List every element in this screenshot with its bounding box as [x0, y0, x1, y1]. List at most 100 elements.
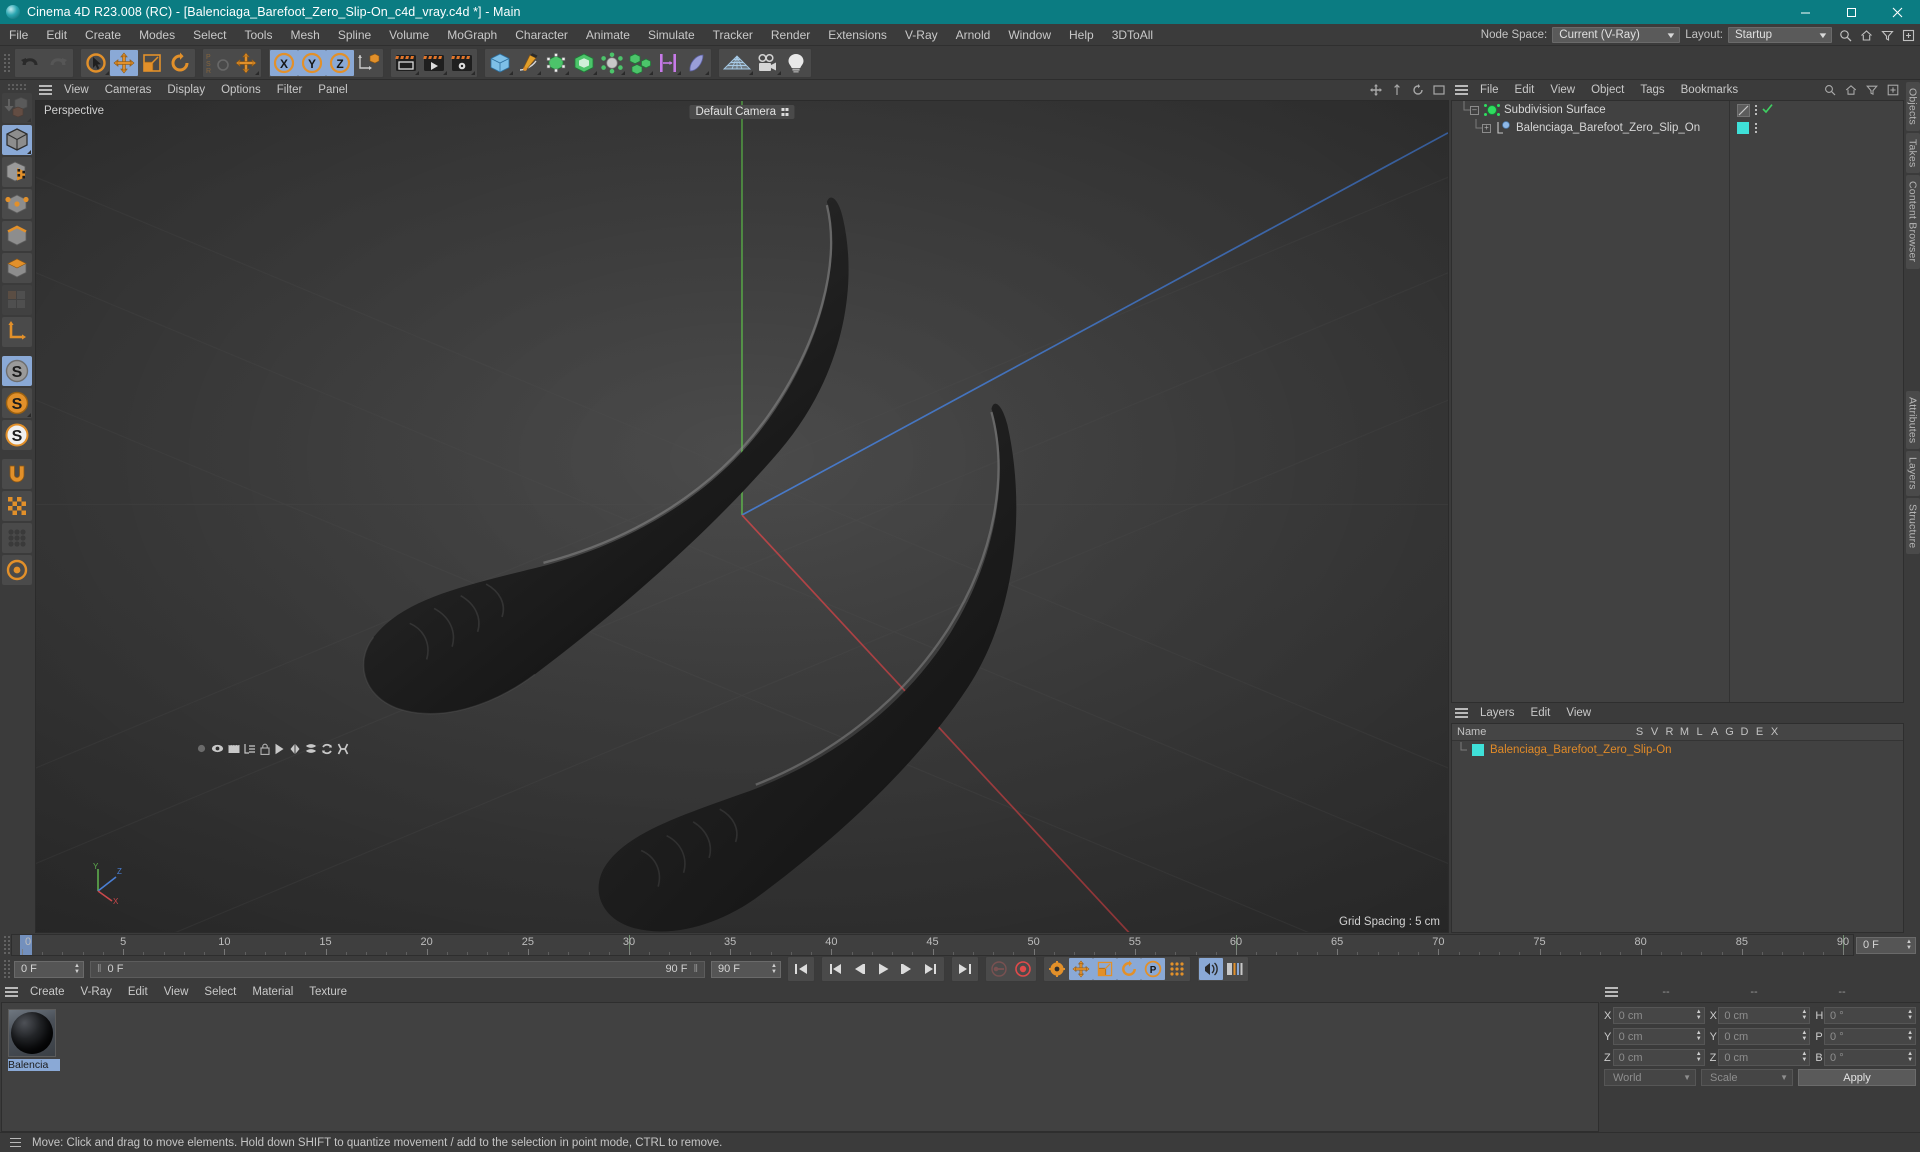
next-key-button[interactable]: [919, 958, 943, 980]
rotation-b-field[interactable]: 0 ° ▲ ▼: [1824, 1049, 1917, 1066]
circle-arrow-icon-button[interactable]: [2, 555, 32, 585]
object-menu-view[interactable]: View: [1542, 80, 1583, 100]
home-icon[interactable]: [1858, 27, 1874, 43]
field-button[interactable]: [654, 49, 682, 76]
spinner-icon[interactable]: ▲ ▼: [1907, 1051, 1913, 1063]
material-menu-edit[interactable]: Edit: [120, 982, 156, 1002]
expander-expand[interactable]: +: [1482, 123, 1491, 133]
material-item[interactable]: Balencia: [8, 1009, 60, 1071]
material-menu-texture[interactable]: Texture: [301, 982, 355, 1002]
model-mode-button[interactable]: [2, 125, 32, 155]
menu-item-mograph[interactable]: MoGraph: [438, 24, 506, 46]
workplane-button[interactable]: S: [2, 420, 32, 450]
start-frame-field[interactable]: 0 F ▲ ▼: [14, 960, 84, 978]
model-balenciaga-slipon[interactable]: [36, 101, 1448, 933]
layer-col-r[interactable]: R: [1662, 726, 1677, 738]
menu-item-volume[interactable]: Volume: [380, 24, 438, 46]
current-frame-field[interactable]: 0 F ▲ ▼: [1856, 936, 1916, 954]
material-list[interactable]: Balencia: [1, 1002, 1599, 1132]
record-rotation-button[interactable]: [1117, 958, 1141, 980]
magnet-button[interactable]: [2, 459, 32, 489]
filter-icon[interactable]: [1865, 83, 1879, 97]
render-icon[interactable]: [228, 743, 240, 757]
vtab-objects[interactable]: Objects: [1905, 82, 1920, 131]
autokey-button[interactable]: [987, 958, 1011, 980]
end-frame-field[interactable]: 90 F ▲ ▼: [711, 960, 781, 978]
size-mode-dropdown[interactable]: Scale ▼: [1701, 1069, 1793, 1086]
spinner-icon[interactable]: ▲ ▼: [1696, 1030, 1702, 1042]
timeline-grip[interactable]: [2, 932, 11, 958]
layout-dropdown[interactable]: Startup ▼: [1728, 27, 1832, 43]
step-forward-button[interactable]: [895, 958, 919, 980]
record-scale-button[interactable]: [1093, 958, 1117, 980]
menu-item-create[interactable]: Create: [76, 24, 130, 46]
checker-icon-button[interactable]: [2, 491, 32, 521]
z-axis-button[interactable]: Z: [326, 49, 354, 76]
vtab-attributes[interactable]: Attributes: [1905, 390, 1920, 449]
layer-col-m[interactable]: M: [1677, 726, 1692, 738]
row-menu-dots-icon[interactable]: [1755, 105, 1757, 115]
object-menu-bookmarks[interactable]: Bookmarks: [1673, 80, 1747, 100]
previous-key-button[interactable]: [823, 958, 847, 980]
vtab-layers[interactable]: Layers: [1905, 451, 1920, 496]
rotation-h-field[interactable]: 0 ° ▲ ▼: [1824, 1007, 1917, 1024]
generator-icon[interactable]: [289, 743, 301, 758]
spinner-icon[interactable]: ▲ ▼: [1696, 1009, 1702, 1021]
timeline-ruler[interactable]: 0 5 10 15 20 25 30 35 40 45 50 55 60 65 70 75 80 85 90: [11, 934, 1854, 956]
record-button[interactable]: [1011, 958, 1035, 980]
enable-axis-button[interactable]: S: [2, 356, 32, 386]
home-icon[interactable]: [1844, 83, 1858, 97]
menu-item-character[interactable]: Character: [506, 24, 577, 46]
y-axis-button[interactable]: Y: [298, 49, 326, 76]
eye-icon[interactable]: [211, 743, 224, 757]
left-toolbar-grip[interactable]: [7, 82, 27, 92]
polygon-mode-button[interactable]: [2, 253, 32, 283]
viewport-menu-icon[interactable]: [34, 81, 56, 99]
object-menu-file[interactable]: File: [1472, 80, 1507, 100]
animation-icon[interactable]: [274, 743, 285, 758]
menu-item-simulate[interactable]: Simulate: [639, 24, 704, 46]
viewport-menu-filter[interactable]: Filter: [269, 80, 311, 100]
deformer-icon[interactable]: [305, 743, 317, 758]
view-move-icon[interactable]: [1369, 83, 1383, 97]
edge-mode-button[interactable]: [2, 221, 32, 251]
sound-button[interactable]: [1199, 958, 1223, 980]
render-to-picture-button[interactable]: [420, 49, 448, 76]
layer-color-swatch[interactable]: [1472, 744, 1484, 756]
record-pla-button[interactable]: [1165, 958, 1189, 980]
object-manager-tree[interactable]: – Subdivision Surface + Balenciaga_Baref…: [1451, 100, 1904, 703]
render-settings-button[interactable]: [448, 49, 476, 76]
add-spline-button[interactable]: [514, 49, 542, 76]
material-menu-view[interactable]: View: [156, 982, 197, 1002]
minimize-button[interactable]: [1782, 0, 1828, 24]
render-view-button[interactable]: [392, 49, 420, 76]
menu-item-3dtoall[interactable]: 3DToAll: [1103, 24, 1162, 46]
layer-menu-view[interactable]: View: [1558, 703, 1599, 723]
coordinates-menu-icon[interactable]: [1600, 983, 1622, 1001]
layer-row[interactable]: Balenciaga_Barefoot_Zero_Slip-On: [197, 741, 1903, 759]
spinner-icon[interactable]: ▲ ▼: [1801, 1030, 1807, 1042]
layer-col-e[interactable]: E: [1752, 726, 1767, 738]
apply-button[interactable]: Apply: [1798, 1069, 1916, 1086]
xref-icon[interactable]: [337, 743, 349, 758]
vtab-structure[interactable]: Structure: [1905, 497, 1920, 555]
spinner-icon[interactable]: ▲ ▼: [74, 963, 80, 975]
maximize-button[interactable]: [1828, 0, 1874, 24]
view-maximize-icon[interactable]: [1432, 83, 1446, 97]
generators-button[interactable]: [542, 49, 570, 76]
world-coordinate-button[interactable]: [354, 49, 382, 76]
record-param-button[interactable]: P: [1141, 958, 1165, 980]
keyframe-settings-button[interactable]: [1045, 958, 1069, 980]
spinner-icon[interactable]: ▲ ▼: [1906, 939, 1912, 951]
layer-manager-menu-icon[interactable]: [1450, 704, 1472, 722]
menu-item-animate[interactable]: Animate: [577, 24, 639, 46]
layer-color-tag[interactable]: [1737, 122, 1749, 134]
menu-item-arnold[interactable]: Arnold: [947, 24, 1000, 46]
viewport-menu-panel[interactable]: Panel: [310, 80, 355, 100]
material-menu-vray[interactable]: V-Ray: [73, 982, 120, 1002]
add-panel-icon[interactable]: [1900, 27, 1916, 43]
preview-range-bar[interactable]: ‖ 0 F 90 F ‖: [90, 960, 705, 978]
filter-icon[interactable]: [1879, 27, 1895, 43]
position-y-field[interactable]: 0 cm ▲ ▼: [1612, 1028, 1705, 1045]
menu-item-spline[interactable]: Spline: [329, 24, 380, 46]
